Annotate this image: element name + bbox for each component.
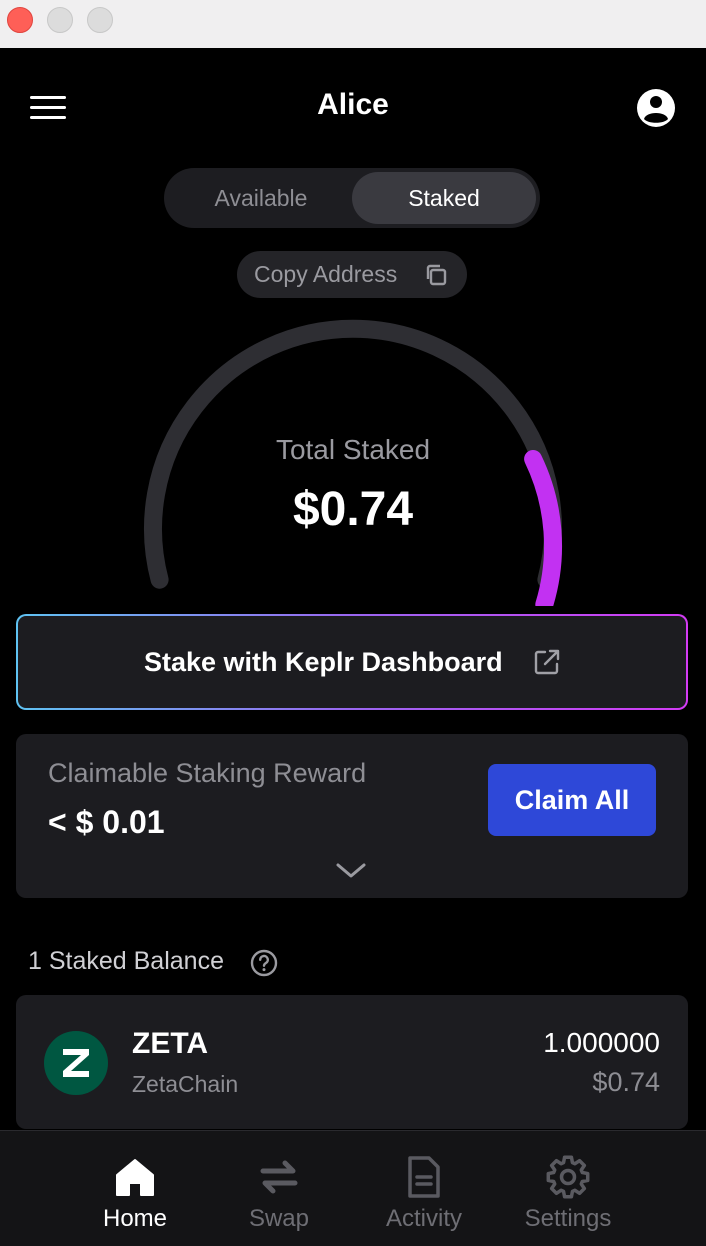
window-minimize-button[interactable]: [47, 7, 73, 33]
window-zoom-button[interactable]: [87, 7, 113, 33]
asset-symbol: ZETA: [132, 1027, 209, 1060]
home-icon: [116, 1159, 154, 1196]
user-circle-icon[interactable]: [634, 86, 678, 130]
wallet-app: Alice Available Staked Copy Address Tota…: [0, 48, 706, 1246]
balance-type-toggle: Available Staked: [164, 168, 540, 228]
window-titlebar: [0, 0, 706, 48]
claim-all-button[interactable]: Claim All: [488, 764, 656, 836]
claimable-reward-label: Claimable Staking Reward: [48, 758, 367, 788]
nav-activity-label: Activity: [385, 1205, 462, 1232]
account-name: Alice: [317, 88, 389, 121]
external-link-icon: [534, 649, 560, 675]
nav-settings[interactable]: Settings: [493, 1131, 643, 1246]
claimable-reward-value: < $ 0.01: [48, 804, 165, 840]
tab-available[interactable]: Available: [168, 172, 354, 224]
total-staked-value: $0.74: [292, 483, 414, 536]
window-close-button[interactable]: [7, 7, 33, 33]
nav-swap-label: Swap: [248, 1205, 310, 1232]
nav-home[interactable]: Home: [60, 1131, 210, 1246]
copy-icon: [426, 264, 447, 286]
total-staked-label: Total Staked: [275, 434, 431, 465]
bottom-navigation: Home Swap Activity Settings: [0, 1130, 706, 1246]
swap-icon: [260, 1160, 298, 1194]
nav-settings-label: Settings: [524, 1205, 612, 1232]
asset-chain: ZetaChain: [132, 1071, 239, 1097]
tab-staked[interactable]: Staked: [352, 172, 536, 224]
gear-icon: [546, 1155, 590, 1199]
nav-swap[interactable]: Swap: [204, 1131, 354, 1246]
keplr-dashboard-label: Stake with Keplr Dashboard: [144, 647, 503, 677]
nav-home-label: Home: [102, 1205, 168, 1232]
chevron-down-icon[interactable]: [334, 858, 368, 882]
asset-value: $0.74: [592, 1067, 660, 1097]
claimable-reward-card: Claimable Staking Reward < $ 0.01 Claim …: [16, 734, 688, 898]
document-icon: [408, 1156, 440, 1198]
copy-address-button[interactable]: Copy Address: [237, 251, 467, 298]
nav-activity[interactable]: Activity: [349, 1131, 499, 1246]
copy-address-label: Copy Address: [254, 261, 398, 287]
asset-amount: 1.000000: [543, 1027, 660, 1058]
staked-asset-row[interactable]: ZETA ZetaChain 1.000000 $0.74: [16, 995, 688, 1129]
staked-balance-title: 1 Staked Balance: [28, 947, 224, 975]
help-circle-icon[interactable]: [250, 949, 278, 977]
stake-with-keplr-dashboard-button[interactable]: Stake with Keplr Dashboard: [16, 614, 688, 710]
zetachain-logo-icon: [44, 1031, 108, 1095]
